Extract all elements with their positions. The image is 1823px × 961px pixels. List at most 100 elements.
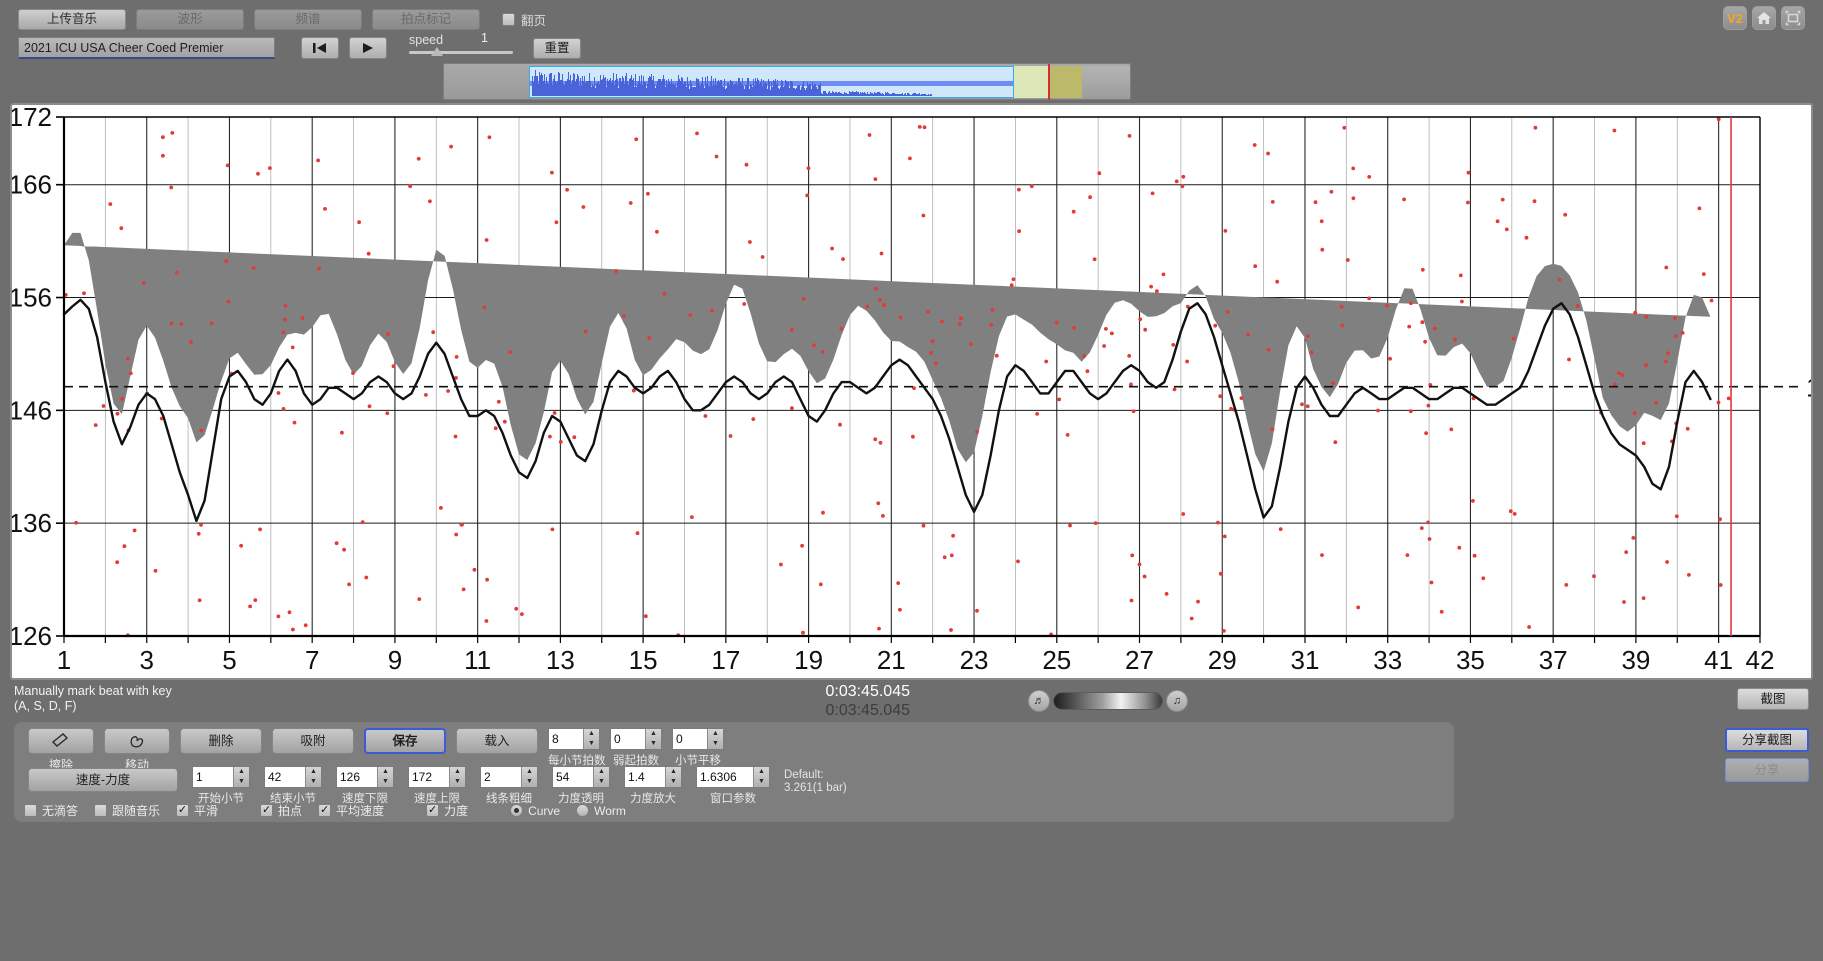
tempo-chart[interactable]: 1261361461561661721 3 5 7 9 11 13 15 17 19 21 23 25 2…: [12, 105, 1811, 678]
smooth-checkbox[interactable]: ✓: [176, 804, 190, 817]
share-capture-button[interactable]: 分享截图: [1725, 728, 1809, 752]
bar-shift-stepper[interactable]: 0 ▲ ▼ 小节平移: [672, 728, 724, 768]
force-alpha-arrows[interactable]: ▲ ▼: [593, 767, 609, 787]
beats-checkbox[interactable]: ✓: [260, 804, 274, 817]
speed-slider-knob[interactable]: [431, 47, 443, 56]
speed-slider-track[interactable]: [409, 51, 513, 54]
speed-control[interactable]: speed 1: [409, 31, 517, 63]
worm-radio[interactable]: [576, 804, 590, 817]
share-secondary-button[interactable]: 分享: [1725, 758, 1809, 782]
curve-radio[interactable]: [510, 804, 524, 817]
delete-button[interactable]: 删除: [180, 728, 262, 754]
beat-point: [282, 317, 287, 322]
beat-point: [867, 133, 872, 137]
option-average-speed[interactable]: ✓ 平均速度: [318, 802, 384, 819]
pickup-beats-stepper[interactable]: 0 ▲ ▼ 弱起拍数: [610, 728, 662, 768]
reset-button[interactable]: 重置: [533, 37, 581, 59]
end-bar-stepper[interactable]: 42 ▲ ▼ 结束小节: [264, 766, 322, 806]
load-button[interactable]: 载入: [456, 728, 538, 754]
beat-point: [908, 156, 912, 161]
speed-max-arrows[interactable]: ▲ ▼: [449, 767, 465, 787]
home-button[interactable]: [1752, 6, 1776, 30]
snap-button[interactable]: 吸附: [272, 728, 354, 754]
speed-min-arrows[interactable]: ▲ ▼: [377, 767, 393, 787]
beat-point: [74, 520, 78, 525]
beats-per-bar-arrows[interactable]: ▲ ▼: [583, 729, 599, 749]
beats-per-bar-stepper[interactable]: 8 ▲ ▼ 每小节拍数: [548, 728, 606, 768]
tab-waveform[interactable]: 波形: [136, 8, 244, 30]
option-follow-music[interactable]: ✓ 跟随音乐: [94, 802, 160, 819]
window-param-arrows[interactable]: ▲ ▼: [753, 767, 769, 787]
bar-shift-arrows[interactable]: ▲ ▼: [707, 729, 723, 749]
beat-point: [1127, 134, 1132, 138]
speed-force-button[interactable]: 速度-力度: [28, 768, 178, 792]
beat-point: [1449, 427, 1454, 432]
option-beats[interactable]: ✓ 拍点: [260, 802, 302, 819]
chart-ytick-label: 166: [12, 170, 52, 200]
skip-back-button[interactable]: [301, 37, 339, 59]
tempo-chart-panel[interactable]: 126 136 146 156 166 172 1 3 5 7 9 11 13 15 17 19 21 23 25 2…: [10, 103, 1813, 680]
bar-shift-value[interactable]: 0: [673, 729, 707, 749]
waveform-region-green[interactable]: [1014, 66, 1048, 98]
transport-controls: [301, 37, 387, 59]
radio-worm[interactable]: Worm: [576, 804, 626, 818]
waveform-selection[interactable]: [529, 66, 1014, 98]
speed-max-value[interactable]: 172: [409, 767, 449, 787]
end-bar-value[interactable]: 42: [265, 767, 305, 787]
no-tick-checkbox[interactable]: ✓: [24, 804, 37, 817]
line-thickness-value[interactable]: 2: [481, 767, 521, 787]
force-checkbox[interactable]: ✓: [426, 804, 440, 817]
page-turn-option[interactable]: 翻页: [502, 10, 546, 29]
track-title-field[interactable]: 2021 ICU USA Cheer Coed Premier: [18, 37, 275, 59]
force-alpha-value[interactable]: 54: [553, 767, 593, 787]
beat-point: [1129, 382, 1133, 387]
beat-point: [934, 361, 938, 366]
tab-beat-marks[interactable]: 拍点标记: [372, 8, 480, 30]
force-alpha-stepper[interactable]: 54 ▲ ▼ 力度透明: [552, 766, 610, 806]
force-scale-value[interactable]: 1.4: [625, 767, 665, 787]
pickup-beats-value[interactable]: 0: [611, 729, 645, 749]
page-turn-checkbox[interactable]: [502, 12, 515, 26]
follow-music-checkbox[interactable]: ✓: [94, 804, 108, 817]
beat-point: [873, 286, 878, 291]
fullscreen-button[interactable]: [1781, 6, 1805, 30]
force-scale-arrows[interactable]: ▲ ▼: [665, 767, 681, 787]
start-bar-value[interactable]: 1: [193, 767, 233, 787]
play-button[interactable]: [349, 37, 387, 59]
save-button[interactable]: 保存: [364, 728, 446, 754]
tab-upload-music[interactable]: 上传音乐: [18, 8, 126, 30]
speed-min-value[interactable]: 126: [337, 767, 377, 787]
option-no-tick[interactable]: ✓ 无滴答: [24, 802, 78, 819]
line-thickness-stepper[interactable]: 2 ▲ ▼ 线条粗细: [480, 766, 538, 806]
waveform-overview[interactable]: [443, 63, 1131, 100]
window-param-value[interactable]: 1.6306: [697, 767, 753, 787]
line-thickness-arrows[interactable]: ▲ ▼: [521, 767, 537, 787]
beat-point: [1333, 440, 1338, 445]
speed-max-stepper[interactable]: 172 ▲ ▼ 速度上限: [408, 766, 466, 806]
volume-control[interactable]: ♬ ♫: [1028, 688, 1188, 714]
end-bar-arrows[interactable]: ▲ ▼: [305, 767, 321, 787]
speed-min-stepper[interactable]: 126 ▲ ▼ 速度下限: [336, 766, 394, 806]
capture-button[interactable]: 截图: [1737, 688, 1809, 710]
start-bar-stepper[interactable]: 1 ▲ ▼ 开始小节: [192, 766, 250, 806]
window-param-stepper[interactable]: 1.6306 ▲ ▼ 窗口参数: [696, 766, 770, 806]
pickup-beats-arrows[interactable]: ▲ ▼: [645, 729, 661, 749]
option-smooth[interactable]: ✓ 平滑: [176, 802, 218, 819]
waveform-region-olive[interactable]: [1050, 66, 1082, 98]
beat-point: [1270, 427, 1275, 432]
radio-curve[interactable]: Curve: [510, 804, 560, 818]
average-speed-checkbox[interactable]: ✓: [318, 804, 332, 817]
start-bar-arrows[interactable]: ▲ ▼: [233, 767, 249, 787]
volume-slider[interactable]: [1053, 692, 1163, 710]
force-scale-stepper[interactable]: 1.4 ▲ ▼ 力度放大: [624, 766, 682, 806]
waveform-playhead[interactable]: [1048, 64, 1050, 100]
tab-spectrum[interactable]: 频谱: [254, 8, 362, 30]
beats-per-bar-value[interactable]: 8: [549, 729, 583, 749]
beat-point: [1718, 517, 1722, 522]
beat-point: [662, 291, 667, 296]
chart-ytick-label: 156: [12, 283, 52, 313]
version-badge-button[interactable]: V2: [1723, 6, 1747, 30]
beat-point: [1427, 537, 1432, 541]
beat-point: [287, 610, 292, 615]
option-force[interactable]: ✓ 力度: [426, 802, 468, 819]
